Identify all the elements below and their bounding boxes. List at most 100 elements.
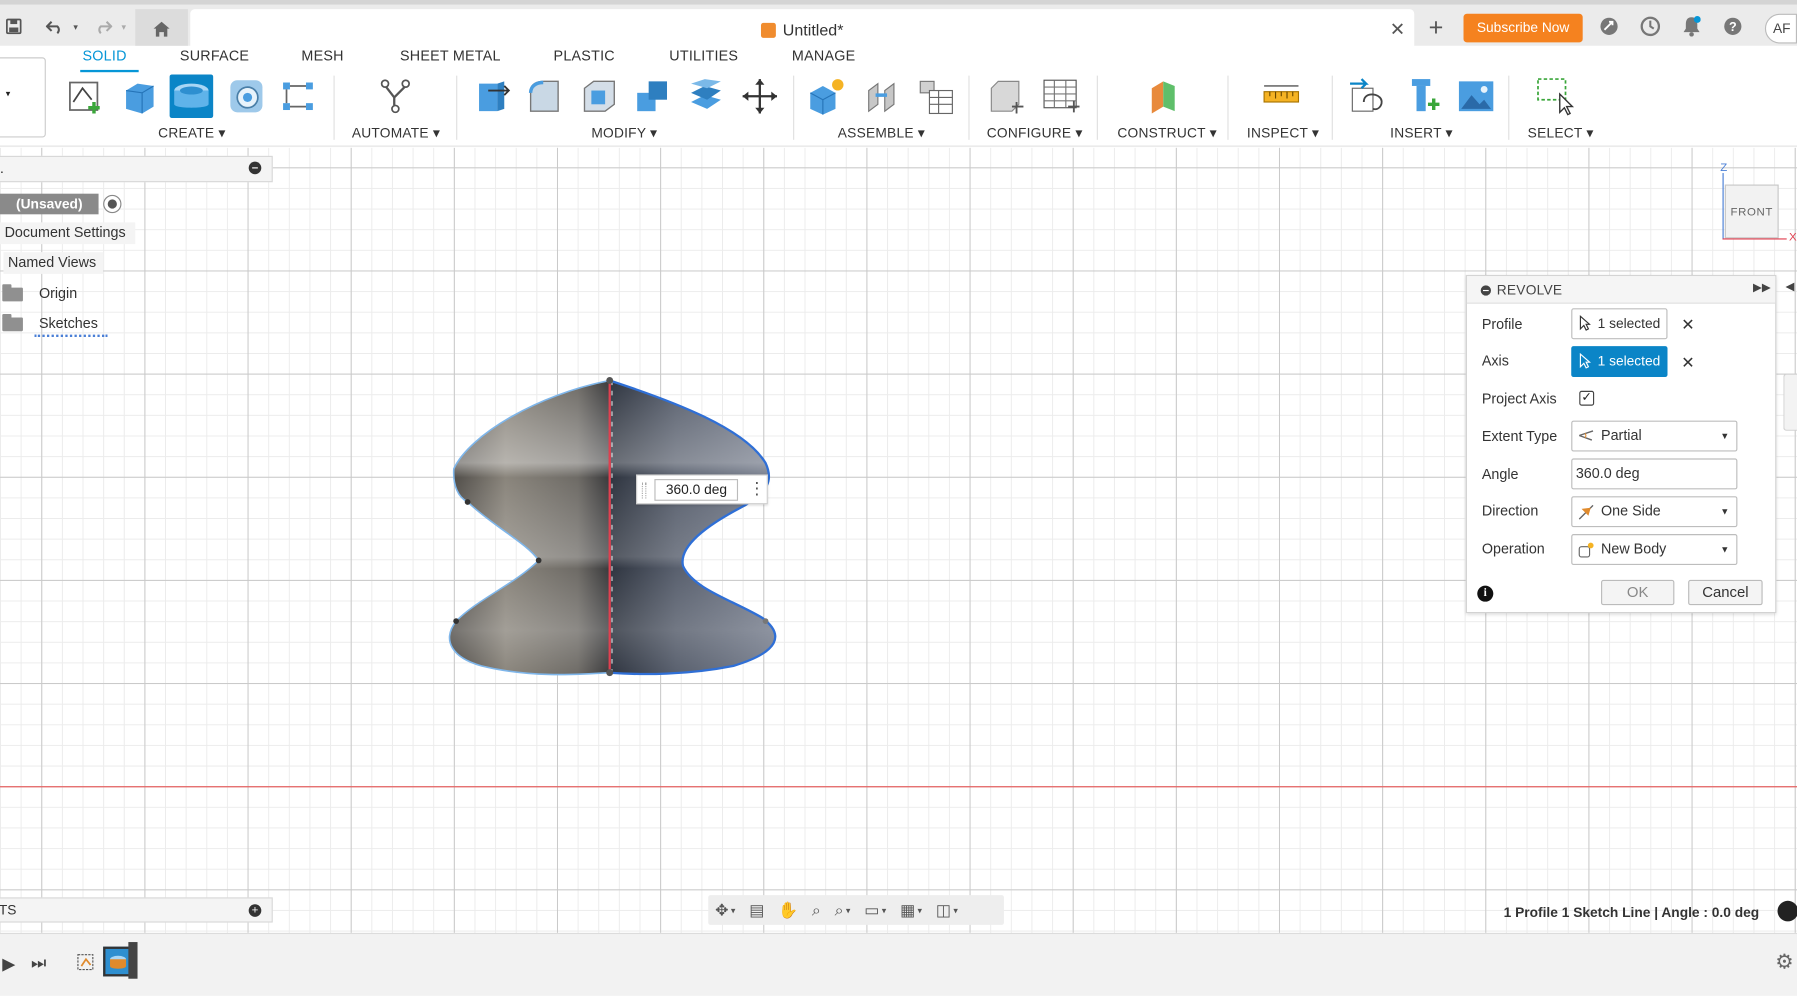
construct-menu[interactable]: CONSTRUCT ▾: [1117, 125, 1216, 141]
operation-dropdown[interactable]: New Body ▼: [1571, 534, 1738, 566]
undo-icon[interactable]: [44, 15, 67, 38]
dialog-minimize-icon[interactable]: [1480, 285, 1492, 296]
sketch-point[interactable]: [606, 377, 614, 384]
new-component-icon[interactable]: [805, 74, 849, 118]
zoom-icon[interactable]: ⌕: [812, 900, 821, 919]
ok-button[interactable]: OK: [1601, 579, 1675, 606]
insert-mcmaster-icon[interactable]: [1400, 74, 1444, 118]
info-icon[interactable]: i: [1477, 585, 1494, 602]
more-options-icon[interactable]: [748, 478, 765, 499]
viewports-icon[interactable]: ◫: [936, 900, 951, 919]
angle-canvas-input[interactable]: 360.0 deg: [654, 479, 739, 501]
tab-mesh[interactable]: MESH: [301, 48, 343, 64]
pan-hand-icon[interactable]: ✋: [778, 900, 798, 919]
grid-dropdown-icon[interactable]: ▾: [918, 905, 923, 915]
orbit-icon[interactable]: ✥: [715, 900, 728, 919]
help-icon[interactable]: ?: [1721, 15, 1744, 38]
construct-plane-icon[interactable]: [1143, 74, 1187, 118]
subscribe-button[interactable]: Subscribe Now: [1463, 13, 1583, 43]
create-sketch-icon[interactable]: [64, 74, 108, 118]
revolve-dialog-header[interactable]: REVOLVE ▶▶: [1466, 276, 1776, 304]
insert-canvas-icon[interactable]: [1454, 74, 1498, 118]
pattern-icon[interactable]: [277, 74, 321, 118]
insert-derive-icon[interactable]: [1345, 74, 1389, 118]
automate-icon[interactable]: [374, 74, 418, 118]
extrude-icon[interactable]: [117, 74, 161, 118]
comments-panel-header[interactable]: TS: [0, 897, 273, 923]
document-tab[interactable]: Untitled* ✕: [190, 9, 1415, 51]
play-icon[interactable]: ▶: [2, 954, 15, 974]
dialog-side-collapse-icon[interactable]: ◀: [1786, 281, 1795, 294]
sketch-point[interactable]: [762, 618, 769, 625]
insert-menu[interactable]: INSERT ▾: [1390, 125, 1452, 141]
zoom-dropdown-icon[interactable]: ▾: [846, 905, 851, 915]
clear-axis-icon[interactable]: ✕: [1681, 353, 1694, 372]
assemble-menu[interactable]: ASSEMBLE ▾: [838, 125, 925, 141]
extent-type-dropdown[interactable]: Partial ▼: [1571, 420, 1738, 452]
configuration-table-icon[interactable]: [1038, 74, 1082, 118]
tab-utilities[interactable]: UTILITIES: [669, 48, 738, 64]
configure-menu[interactable]: CONFIGURE ▾: [987, 125, 1083, 141]
fillet-icon[interactable]: [524, 74, 568, 118]
collapse-browser-icon[interactable]: [248, 161, 262, 175]
tab-surface[interactable]: SURFACE: [180, 48, 249, 64]
project-axis-checkbox[interactable]: ✓: [1579, 390, 1595, 406]
revolve-tool-icon[interactable]: [169, 74, 214, 119]
browser-panel-header[interactable]: .: [0, 155, 273, 183]
home-button[interactable]: [135, 9, 188, 49]
shell-icon[interactable]: [578, 74, 622, 118]
axis-select-button[interactable]: 1 selected: [1571, 346, 1668, 378]
browser-item-sketches[interactable]: Sketches: [34, 313, 108, 337]
tab-sheet-metal[interactable]: SHEET METAL: [400, 48, 501, 64]
viewports-dropdown-icon[interactable]: ▾: [953, 905, 958, 915]
timeline-marker[interactable]: [128, 942, 138, 979]
undo-dropdown-icon[interactable]: ▾: [64, 15, 87, 38]
tab-plastic[interactable]: PLASTIC: [554, 48, 615, 64]
view-cube[interactable]: FRONT: [1724, 184, 1779, 239]
inspect-menu[interactable]: INSPECT ▾: [1247, 125, 1319, 141]
active-component-radio[interactable]: [103, 194, 122, 214]
select-window-icon[interactable]: [1533, 74, 1577, 118]
browser-item-document-settings[interactable]: Document Settings: [0, 222, 136, 245]
bill-of-materials-icon[interactable]: [913, 74, 957, 118]
sketch-point[interactable]: [606, 669, 614, 677]
direction-dropdown[interactable]: One Side ▼: [1571, 496, 1738, 528]
browser-item-named-views[interactable]: Named Views: [3, 252, 104, 274]
user-avatar[interactable]: AF: [1764, 13, 1797, 44]
automate-menu[interactable]: AUTOMATE ▾: [352, 125, 440, 141]
extensions-icon[interactable]: [1598, 15, 1621, 38]
redo-dropdown-icon[interactable]: ▾: [112, 15, 135, 38]
clear-profile-icon[interactable]: ✕: [1681, 315, 1694, 334]
drag-grip-icon[interactable]: [641, 482, 647, 499]
browser-item-origin[interactable]: Origin: [34, 283, 81, 305]
tab-solid[interactable]: SOLID: [83, 48, 127, 64]
combine-icon[interactable]: [630, 74, 674, 118]
browser-root-item[interactable]: (Unsaved): [0, 193, 99, 215]
fit-view-icon[interactable]: ⌕: [835, 900, 844, 919]
sketch-point[interactable]: [535, 557, 542, 564]
sketch-point[interactable]: [453, 618, 459, 625]
grid-settings-icon[interactable]: ▦: [900, 900, 915, 919]
configure-icon[interactable]: [984, 74, 1028, 118]
select-menu[interactable]: SELECT ▾: [1528, 125, 1594, 141]
sweep-icon[interactable]: [225, 74, 269, 118]
sketch-point[interactable]: [464, 499, 471, 505]
tab-manage[interactable]: MANAGE: [792, 48, 855, 64]
close-tab-icon[interactable]: ✕: [1390, 18, 1405, 41]
notifications-bell-icon[interactable]: [1680, 15, 1703, 38]
profile-select-button[interactable]: 1 selected: [1571, 308, 1668, 340]
press-pull-icon[interactable]: [470, 74, 514, 118]
timeline-settings-gear-icon[interactable]: ⚙: [1775, 950, 1793, 974]
measure-icon[interactable]: [1260, 74, 1304, 118]
orbit-dropdown-icon[interactable]: ▾: [731, 905, 736, 915]
workspace-switcher[interactable]: ▾: [0, 57, 46, 138]
display-settings-icon[interactable]: ▭: [864, 900, 879, 919]
display-dropdown-icon[interactable]: ▾: [882, 905, 887, 915]
timeline-sketch-icon[interactable]: [77, 951, 98, 972]
job-status-icon[interactable]: [1639, 15, 1662, 38]
save-icon[interactable]: [2, 15, 25, 38]
status-indicator-icon[interactable]: [1777, 900, 1797, 922]
add-comment-icon[interactable]: +: [248, 904, 262, 917]
move-copy-icon[interactable]: [738, 74, 782, 118]
cancel-button[interactable]: Cancel: [1688, 579, 1763, 606]
